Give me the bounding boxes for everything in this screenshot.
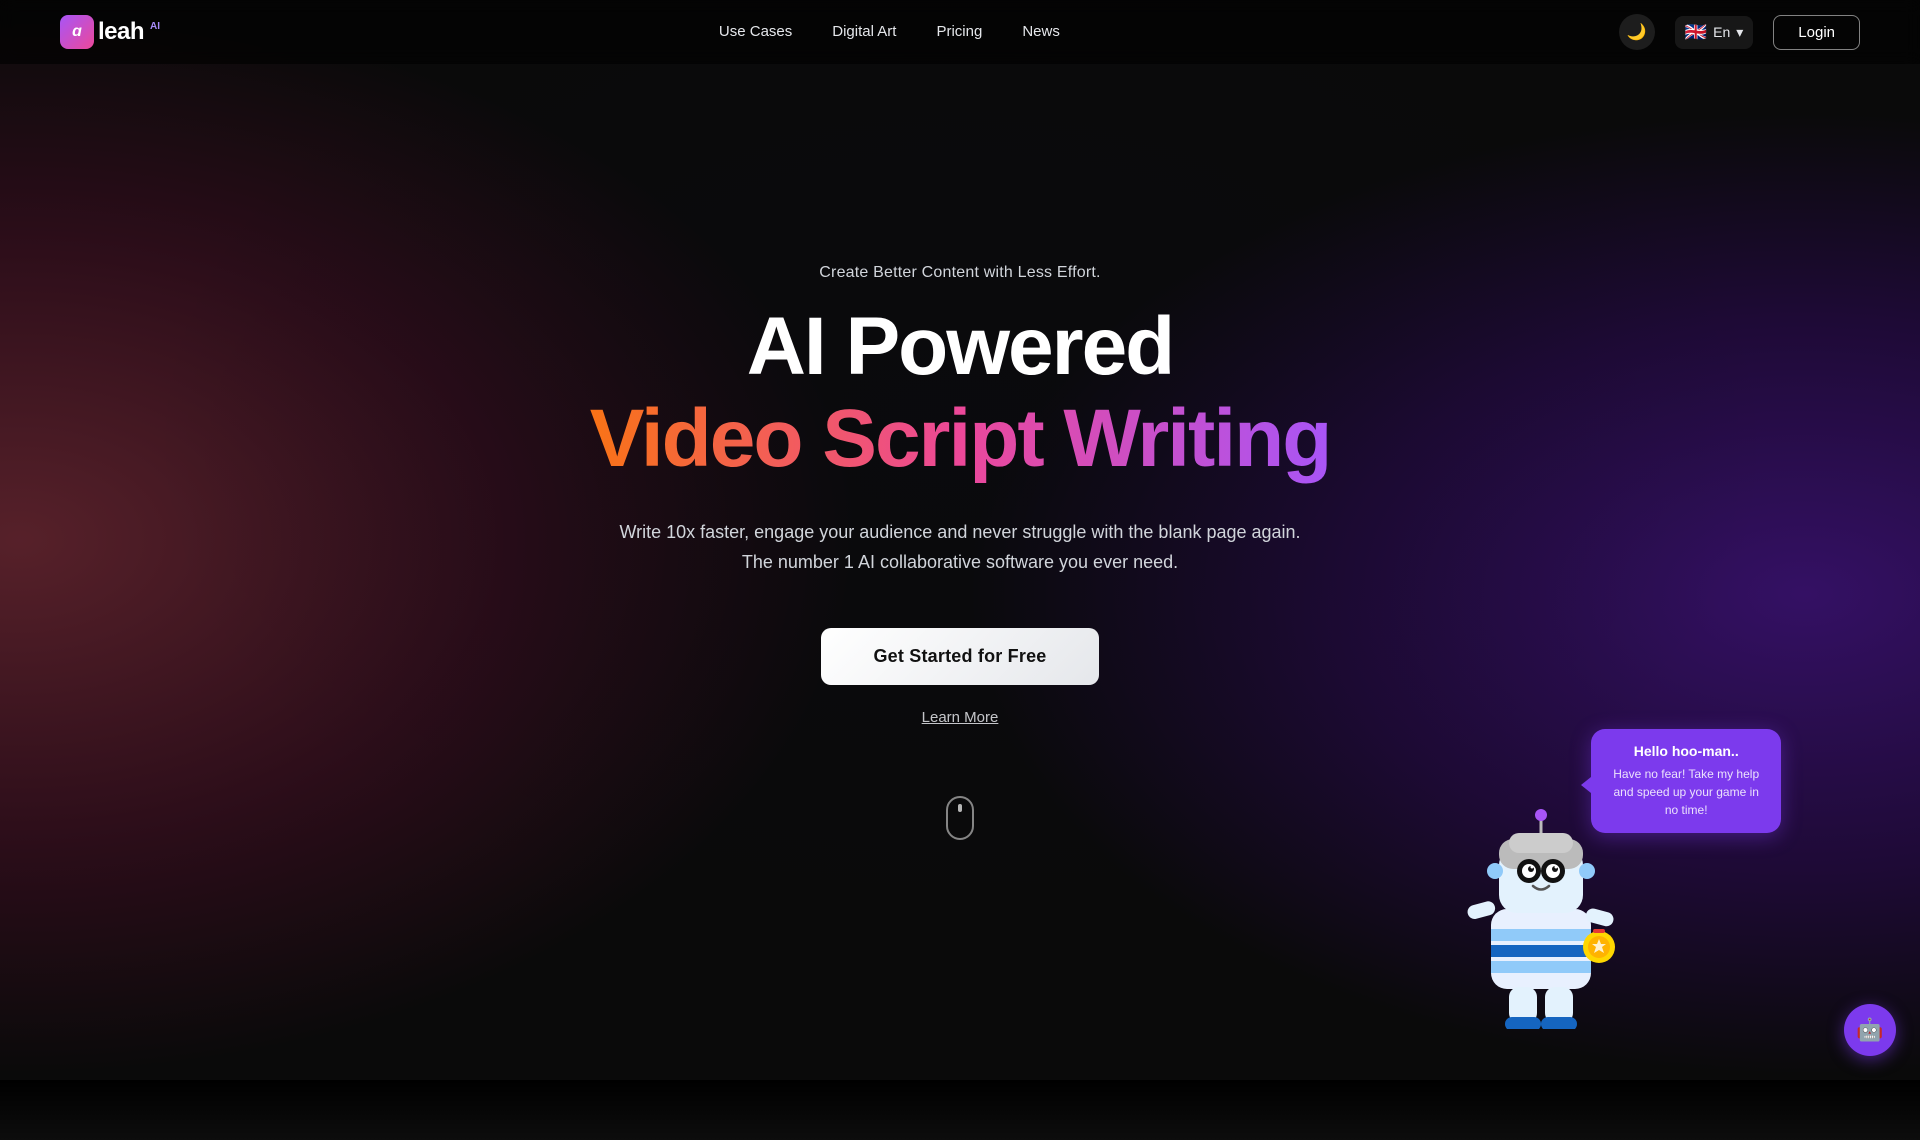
nav-right: 🌙 🇬🇧 En ▾ Login xyxy=(1619,14,1860,50)
chevron-down-icon: ▾ xyxy=(1736,24,1743,41)
nav-item-digitalart[interactable]: Digital Art xyxy=(832,23,896,41)
logo-ai-badge: AI xyxy=(150,21,160,32)
flag-icon: 🇬🇧 xyxy=(1685,22,1707,43)
chat-widget-icon: 🤖 xyxy=(1856,1017,1883,1043)
scroll-dot xyxy=(958,804,962,812)
theme-toggle-button[interactable]: 🌙 xyxy=(1619,14,1655,50)
logo-text: leah xyxy=(98,18,144,46)
scroll-indicator xyxy=(946,796,974,840)
hero-title-white: AI Powered Video Script Writing xyxy=(590,302,1331,516)
hero-desc-line1: Write 10x faster, engage your audience a… xyxy=(619,522,1300,542)
language-selector[interactable]: 🇬🇧 En ▾ xyxy=(1675,16,1754,49)
navbar: ɑ leah AI Use Cases Digital Art Pricing … xyxy=(0,0,1920,64)
chat-widget-button[interactable]: 🤖 xyxy=(1844,1004,1896,1056)
hero-desc-line2: The number 1 AI collaborative software y… xyxy=(742,552,1178,572)
robot-chat-bubble: Hello hoo-man.. Have no fear! Take my he… xyxy=(1591,729,1781,833)
chat-title: Hello hoo-man.. xyxy=(1607,743,1765,759)
get-started-button[interactable]: Get Started for Free xyxy=(821,628,1098,685)
bottom-section xyxy=(0,1080,1920,1140)
robot-container: Hello hoo-man.. Have no fear! Take my he… xyxy=(1431,749,1651,1029)
nav-item-news[interactable]: News xyxy=(1022,23,1060,41)
logo-icon: ɑ xyxy=(60,15,94,49)
nav-item-pricing[interactable]: Pricing xyxy=(936,23,982,41)
logo[interactable]: ɑ leah AI xyxy=(60,15,160,49)
lang-code: En xyxy=(1713,24,1730,40)
nav-link-usecases[interactable]: Use Cases xyxy=(719,23,792,40)
hero-subtitle: Create Better Content with Less Effort. xyxy=(819,264,1100,282)
scroll-mouse xyxy=(946,796,974,840)
moon-icon: 🌙 xyxy=(1627,22,1647,42)
nav-link-digitalart[interactable]: Digital Art xyxy=(832,23,896,40)
hero-description: Write 10x faster, engage your audience a… xyxy=(619,517,1300,578)
chat-text: Have no fear! Take my help and speed up … xyxy=(1607,765,1765,819)
nav-item-usecases[interactable]: Use Cases xyxy=(719,23,792,41)
login-button[interactable]: Login xyxy=(1773,15,1860,50)
learn-more-link[interactable]: Learn More xyxy=(922,709,999,726)
hero-title-gradient-text: Video Script Writing xyxy=(590,392,1331,486)
hero-section: Create Better Content with Less Effort. … xyxy=(0,64,1920,1080)
nav-link-news[interactable]: News xyxy=(1022,23,1060,40)
nav-links: Use Cases Digital Art Pricing News xyxy=(719,23,1060,41)
hero-title-white-text: AI Powered xyxy=(747,301,1174,392)
nav-link-pricing[interactable]: Pricing xyxy=(936,23,982,40)
